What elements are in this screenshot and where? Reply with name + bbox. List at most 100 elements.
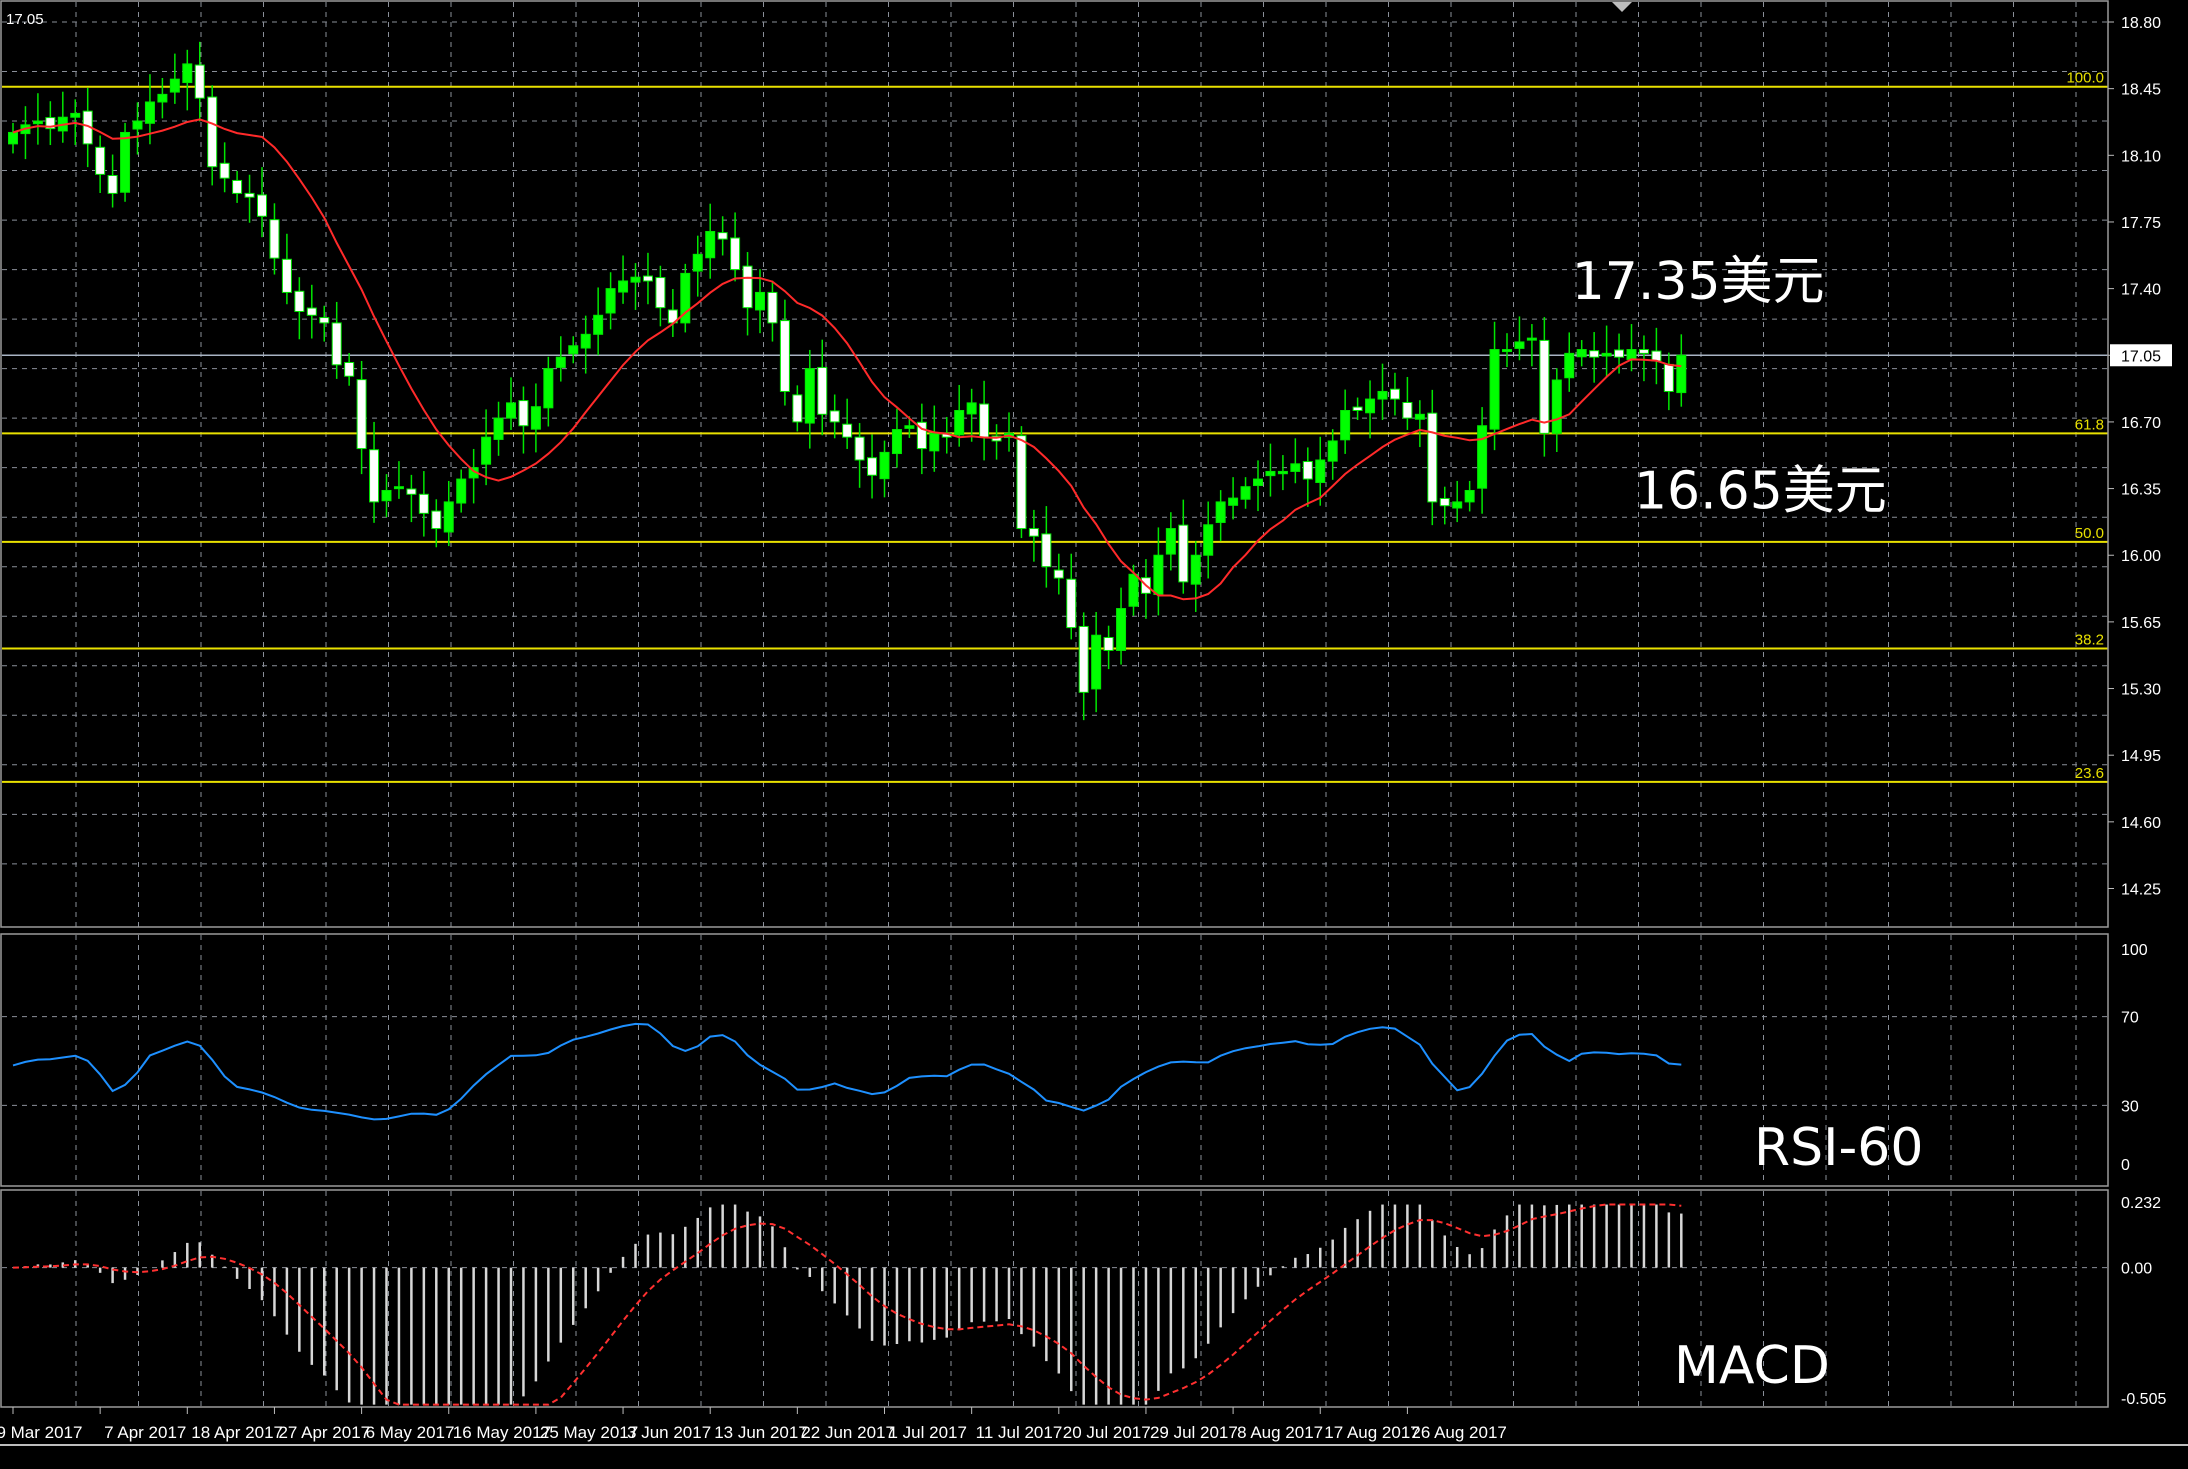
fib-level-label: 100.0 — [2066, 70, 2104, 87]
price-axis-label: 15.30 — [2121, 682, 2161, 699]
candle-body — [281, 258, 292, 293]
price-axis-label: 14.60 — [2121, 815, 2161, 832]
fib-level-label: 61.8 — [2075, 416, 2104, 433]
candle-body — [642, 275, 653, 282]
candle-body — [418, 493, 429, 514]
candle-body — [207, 96, 218, 168]
candle-body — [1601, 352, 1612, 357]
candle-body — [306, 307, 317, 316]
candle-body — [879, 451, 890, 480]
candle-body — [593, 314, 604, 335]
candle-body — [1477, 425, 1488, 489]
candle-body — [1190, 554, 1201, 585]
macd-axis-label: 0.00 — [2121, 1261, 2152, 1278]
candle-body — [132, 120, 143, 130]
candle-body — [144, 101, 155, 124]
candle-body — [804, 368, 815, 424]
rsi-axis-label: 70 — [2121, 1010, 2139, 1027]
candle-body — [381, 489, 392, 502]
candle-body — [1427, 412, 1438, 503]
candle-body — [792, 394, 803, 423]
candle-body — [32, 120, 43, 125]
candle-body — [481, 436, 492, 465]
x-axis-label: 29 Mar 2017 — [0, 1423, 82, 1442]
candle-body — [1053, 569, 1064, 579]
candle-body — [979, 403, 990, 438]
candle-body — [1028, 528, 1039, 537]
x-axis-label: 11 Jul 2017 — [976, 1423, 1063, 1442]
candle-body — [1402, 401, 1413, 419]
chart-window: 100.0 61.8 50.0 38.2 23.6 18.80 18.45 18.10 17.… — [0, 0, 2188, 1464]
candle-body — [555, 356, 566, 368]
x-axis-label: 1 Jul 2017 — [889, 1423, 967, 1442]
candle-body — [1203, 524, 1214, 556]
candle-body — [904, 425, 915, 429]
candle-body — [966, 402, 977, 415]
candle-body — [70, 112, 81, 118]
price-axis-label: 17.75 — [2121, 215, 2161, 232]
candle-body — [655, 277, 666, 309]
x-axis-label: 29 Jul 2017 — [1150, 1423, 1238, 1442]
price-axis-label: 14.25 — [2121, 882, 2161, 899]
x-axis-label: 3 Jun 2017 — [627, 1423, 711, 1442]
candle-body — [1165, 528, 1176, 555]
candle-body — [406, 488, 417, 495]
candle-body — [1302, 461, 1313, 480]
candle-body — [294, 290, 305, 312]
candle-body — [1091, 634, 1102, 690]
candle-body — [730, 237, 741, 271]
candle-body — [1290, 463, 1301, 472]
candle-body — [580, 333, 591, 349]
candle-body — [1576, 349, 1587, 358]
x-axis-label: 7 Apr 2017 — [104, 1423, 186, 1442]
price-annotation: 16.65美元 — [1634, 461, 1887, 521]
price-axis-label: 18.45 — [2121, 82, 2161, 99]
candle-body — [518, 400, 529, 427]
candle-body — [194, 64, 205, 99]
candle-body — [692, 253, 703, 272]
candle-body — [1041, 533, 1052, 568]
fib-level-label: 38.2 — [2075, 632, 2104, 649]
x-axis-label: 18 Apr 2017 — [191, 1423, 283, 1442]
candle-body — [257, 194, 267, 217]
candle-body — [1240, 486, 1251, 500]
candle-body — [1078, 625, 1089, 693]
candle-body — [219, 162, 230, 179]
candle-body — [1315, 459, 1326, 483]
candle-body — [842, 423, 853, 438]
candle-body — [1539, 339, 1550, 434]
candle-body — [244, 192, 255, 198]
candle-body — [393, 486, 404, 490]
candle-body — [369, 449, 380, 503]
candle-body — [8, 131, 18, 145]
candle-body — [1439, 497, 1450, 507]
candle-body — [493, 417, 504, 440]
candle-body — [1551, 379, 1562, 434]
candle-body — [717, 232, 728, 240]
candle-body — [1452, 501, 1463, 509]
candle-body — [891, 429, 902, 455]
x-axis-label: 16 May 2017 — [453, 1423, 551, 1442]
x-axis-label: 13 Jun 2017 — [714, 1423, 808, 1442]
candle-body — [929, 432, 940, 452]
candle-body — [1327, 440, 1338, 462]
x-axis-label: 17 Aug 2017 — [1324, 1423, 1419, 1442]
candle-body — [1253, 478, 1263, 487]
candle-body — [1116, 608, 1127, 651]
current-price-label: 17.05 — [2121, 348, 2161, 365]
candle-body — [95, 146, 106, 175]
candle-body — [456, 478, 467, 504]
rsi-axis-label: 100 — [2121, 942, 2148, 959]
candle-body — [1389, 388, 1400, 400]
x-axis-label: 20 Jul 2017 — [1063, 1423, 1151, 1442]
candle-body — [443, 501, 454, 533]
candle-body — [431, 510, 442, 530]
candle-body — [1016, 435, 1027, 530]
candle-body — [1414, 413, 1425, 420]
candle-body — [157, 93, 168, 103]
candle-body — [1352, 406, 1363, 411]
candle-body — [1365, 398, 1376, 414]
candle-body — [1676, 354, 1687, 394]
rsi-axis-label: 30 — [2121, 1098, 2139, 1115]
price-axis-label: 16.70 — [2121, 415, 2161, 432]
